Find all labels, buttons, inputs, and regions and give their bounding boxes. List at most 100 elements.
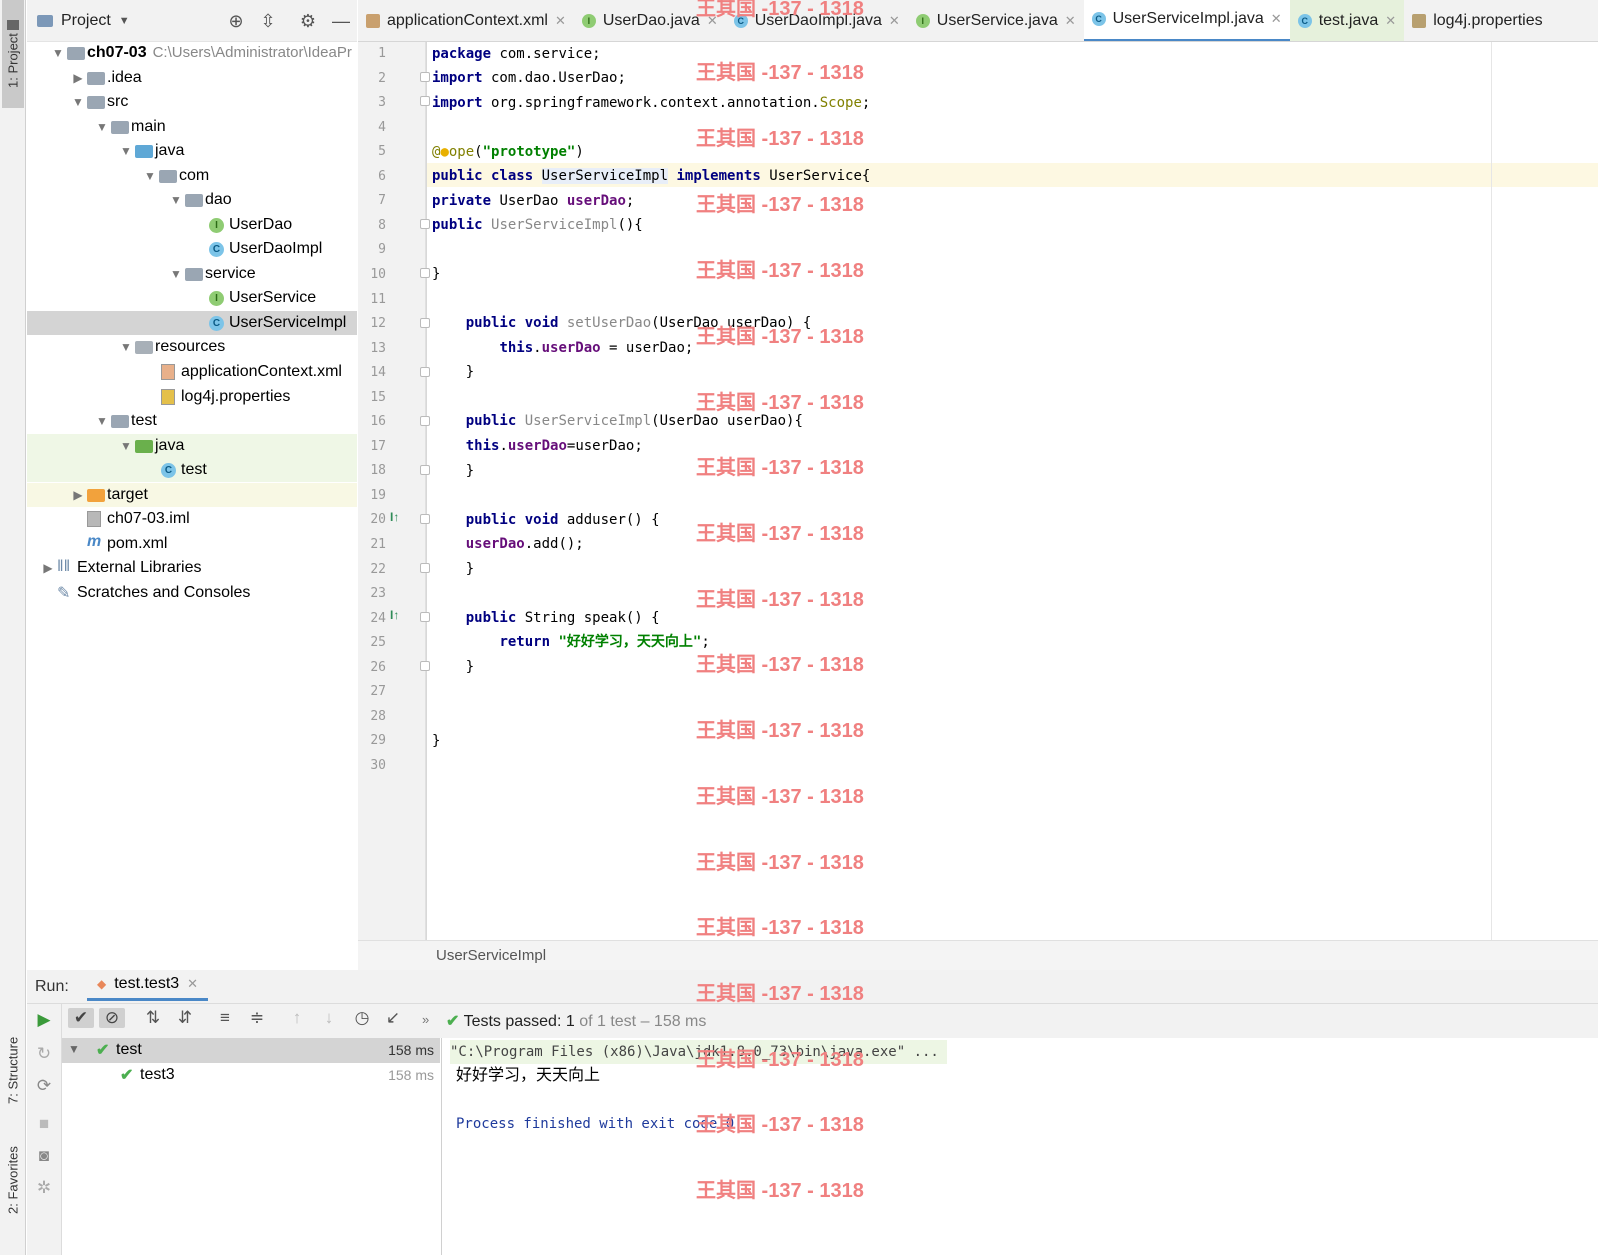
sort-alpha-icon[interactable]: ⇅: [140, 1008, 166, 1028]
chevron-down-icon[interactable]: ▼: [51, 46, 65, 60]
chevron-down-icon[interactable]: ▼: [71, 95, 85, 109]
tree-item-main[interactable]: ▼ main: [27, 115, 357, 139]
chevron-down-icon[interactable]: ▼: [95, 120, 109, 134]
chevron-down-icon[interactable]: ▼: [119, 340, 133, 354]
settings-icon[interactable]: ✲: [31, 1178, 57, 1198]
rerun-icon[interactable]: ▶: [31, 1010, 57, 1030]
show-ignored-icon[interactable]: ⊘: [99, 1008, 125, 1028]
tree-item-resources[interactable]: ▼ resources: [27, 335, 357, 359]
fold-icon[interactable]: [420, 268, 430, 278]
close-icon[interactable]: ✕: [889, 13, 900, 29]
tree-item-ch07-03[interactable]: ▼ ch07-03 C:\Users\Administrator\IdeaPr: [27, 41, 357, 65]
scratches-icon: ✎: [57, 585, 71, 602]
test-row-root[interactable]: ▼ ✔ test 158 ms: [62, 1038, 440, 1063]
previous-failed-icon[interactable]: ↑: [284, 1008, 310, 1028]
export-icon[interactable]: ↙: [380, 1008, 406, 1028]
tree-item-userdao[interactable]: I UserDao: [27, 213, 357, 237]
structure-tool-tab[interactable]: 7: Structure: [2, 1020, 24, 1120]
locate-icon[interactable]: ⊕: [225, 11, 247, 32]
implements-marker-icon[interactable]: I↑: [390, 608, 399, 622]
test-run-icon: ◆: [97, 977, 107, 991]
fold-icon[interactable]: [420, 661, 430, 671]
hide-icon[interactable]: —: [330, 11, 352, 32]
chevron-down-icon[interactable]: ▼: [119, 439, 133, 453]
fold-icon[interactable]: [420, 72, 430, 82]
tree-item-target[interactable]: ▶ target: [27, 483, 357, 507]
chevron-down-icon[interactable]: ▼: [143, 169, 157, 183]
tree-item-src[interactable]: ▼ src: [27, 90, 357, 114]
chevron-right-icon[interactable]: ▶: [71, 488, 85, 502]
watermark-text: 王其国 -137 - 1318: [696, 62, 864, 84]
tree-item-dao[interactable]: ▼ dao: [27, 188, 357, 212]
tree-item-ch07-03-iml[interactable]: ch07-03.iml: [27, 507, 357, 531]
chevron-down-icon[interactable]: ▼: [119, 144, 133, 158]
expand-all-icon[interactable]: ≡: [212, 1008, 238, 1028]
chevron-right-icon[interactable]: ▶: [71, 71, 85, 85]
collapse-all-icon[interactable]: ⇳: [257, 11, 279, 32]
tree-item-java[interactable]: ▼ java: [27, 434, 357, 458]
close-icon[interactable]: ✕: [1271, 11, 1282, 27]
tree-item-test[interactable]: ▼ test: [27, 409, 357, 433]
run-tab[interactable]: ◆ test.test3 ✕: [87, 970, 209, 1001]
collapse-all-icon[interactable]: ≑: [244, 1008, 270, 1028]
tab-userservice-java[interactable]: I UserService.java ✕: [908, 0, 1084, 41]
chevron-down-icon[interactable]: ▼: [95, 414, 109, 428]
chevron-down-icon[interactable]: ▼: [169, 267, 183, 281]
xml-icon: [366, 13, 380, 28]
camera-icon[interactable]: ◙: [31, 1146, 57, 1166]
history-icon[interactable]: ◷: [349, 1008, 375, 1028]
fold-icon[interactable]: [420, 318, 430, 328]
fold-icon[interactable]: [420, 612, 430, 622]
toggle-auto-test-icon[interactable]: ⟳: [31, 1076, 57, 1096]
fold-icon[interactable]: [420, 465, 430, 475]
console-output[interactable]: "C:\Program Files (x86)\Java\jdk1.8.0_73…: [442, 1038, 1598, 1255]
editor-breadcrumb[interactable]: UserServiceImpl: [358, 940, 1598, 970]
favorites-tool-tab[interactable]: 2: Favorites: [2, 1130, 24, 1230]
fold-icon[interactable]: [420, 514, 430, 524]
tree-item-external-libraries[interactable]: ▶ ‖‖ External Libraries: [27, 556, 357, 580]
lightbulb-icon[interactable]: ●: [440, 144, 448, 160]
tree-item-java[interactable]: ▼ java: [27, 139, 357, 163]
show-passed-icon[interactable]: ✔: [68, 1008, 94, 1028]
close-icon[interactable]: ✕: [1385, 13, 1396, 29]
rerun-failed-icon[interactable]: ↻: [31, 1044, 57, 1064]
breadcrumb-class[interactable]: UserServiceImpl: [436, 947, 546, 964]
project-view-selector[interactable]: Project ▼: [37, 12, 130, 30]
tab-applicationcontext-xml[interactable]: applicationContext.xml ✕: [358, 0, 574, 41]
chevron-right-icon[interactable]: ▶: [41, 561, 55, 575]
tree-item-applicationcontext-xml[interactable]: applicationContext.xml: [27, 360, 357, 384]
tree-item--idea[interactable]: ▶ .idea: [27, 66, 357, 90]
stop-icon[interactable]: ■: [31, 1114, 57, 1134]
tree-item-userdaoimpl[interactable]: C UserDaoImpl: [27, 237, 357, 261]
implements-marker-icon[interactable]: I↑: [390, 510, 399, 524]
chevron-down-icon[interactable]: ▼: [68, 1042, 80, 1056]
tree-item-userservice[interactable]: I UserService: [27, 286, 357, 310]
close-icon[interactable]: ✕: [1065, 13, 1076, 29]
close-icon[interactable]: ✕: [187, 976, 198, 992]
project-tool-tab[interactable]: 1: Project: [2, 0, 24, 108]
tree-item-log4j-properties[interactable]: log4j.properties: [27, 385, 357, 409]
tab-log4j-properties[interactable]: log4j.properties: [1404, 0, 1550, 41]
test-row-test3[interactable]: ✔ test3 158 ms: [62, 1063, 440, 1088]
close-icon[interactable]: ✕: [555, 13, 566, 29]
fold-icon[interactable]: [420, 416, 430, 426]
next-failed-icon[interactable]: ↓: [316, 1008, 342, 1028]
tree-item-service[interactable]: ▼ service: [27, 262, 357, 286]
gear-icon[interactable]: ⚙: [297, 11, 319, 32]
fold-icon[interactable]: [420, 563, 430, 573]
watermark-text: 王其国 -137 - 1318: [696, 1114, 864, 1136]
more-icon[interactable]: »: [422, 1012, 429, 1027]
tree-item-userserviceimpl[interactable]: C UserServiceImpl: [27, 311, 357, 335]
tab-test-java[interactable]: Ctest.java ✕: [1289, 0, 1405, 41]
tree-item-scratches-and-consoles[interactable]: ✎ Scratches and Consoles: [27, 581, 357, 605]
fold-icon[interactable]: [420, 96, 430, 106]
tree-item-pom-xml[interactable]: m pom.xml: [27, 532, 357, 556]
chevron-down-icon[interactable]: ▼: [169, 193, 183, 207]
sort-duration-icon[interactable]: ⇵: [172, 1008, 198, 1028]
fold-icon[interactable]: [420, 367, 430, 377]
tree-item-com[interactable]: ▼ com: [27, 164, 357, 188]
fold-icon[interactable]: [420, 219, 430, 229]
tree-item-label: dao: [205, 191, 232, 208]
tree-item-test[interactable]: Ctest: [27, 458, 357, 482]
tab-userserviceimpl-java[interactable]: C UserServiceImpl.java ✕: [1083, 0, 1290, 41]
